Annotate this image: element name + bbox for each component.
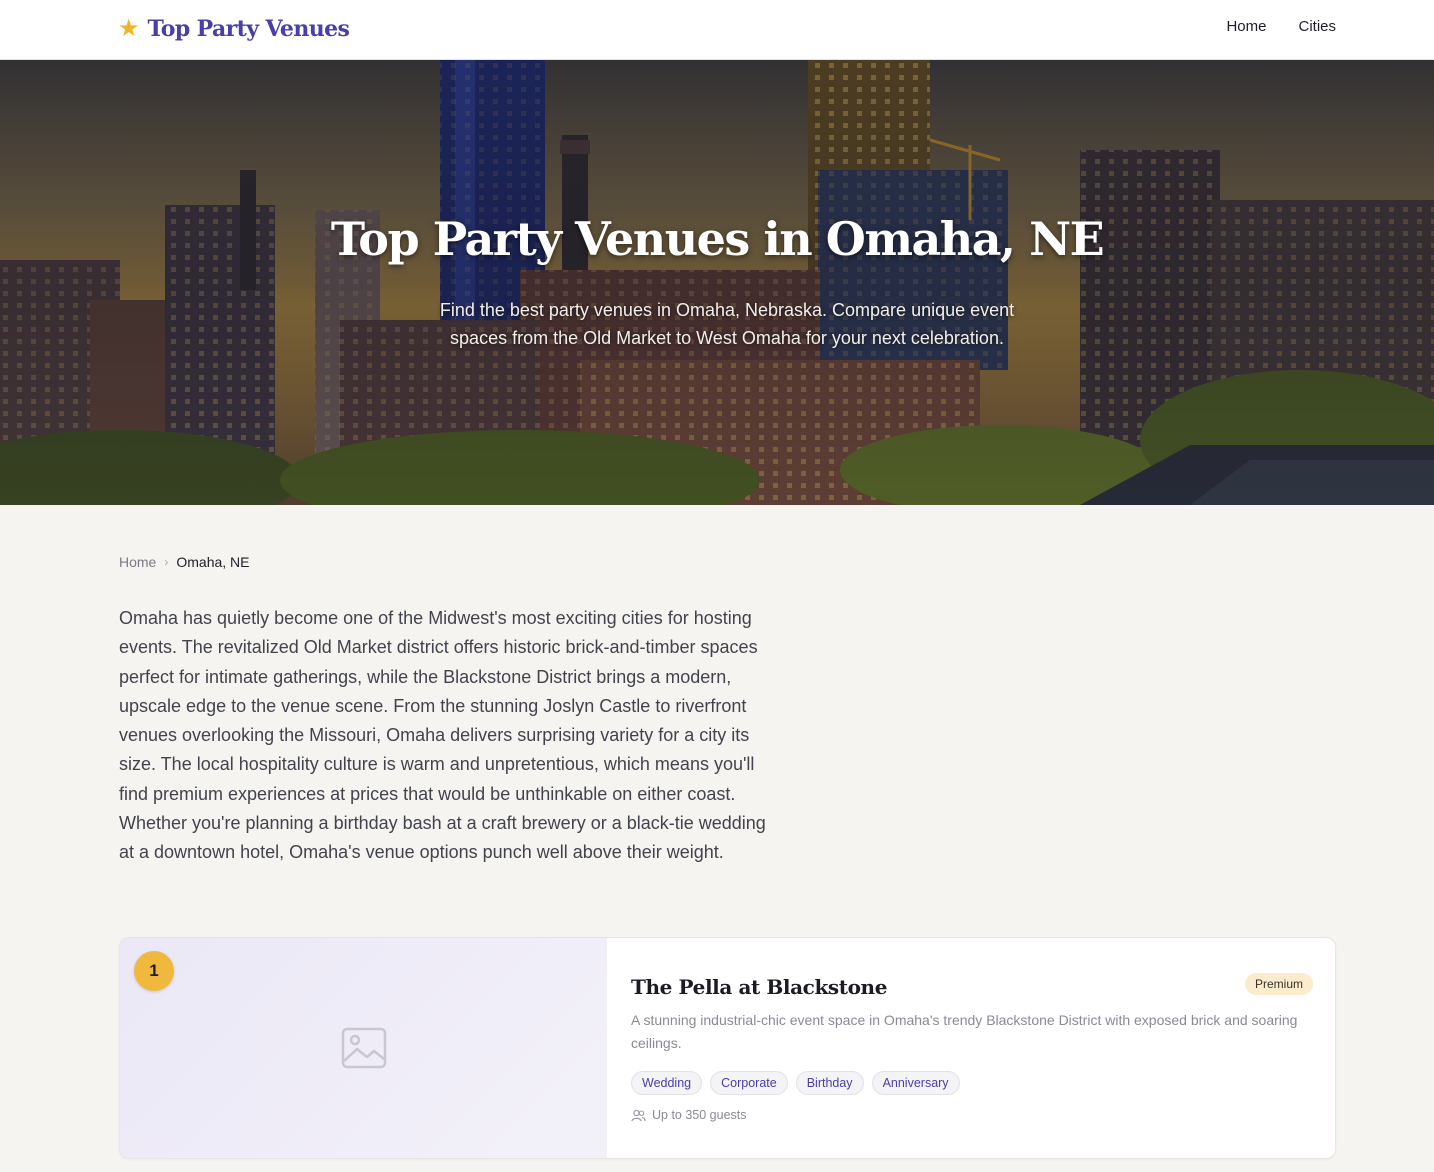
chevron-right-icon: › <box>164 555 169 569</box>
tag-wedding: Wedding <box>631 1071 703 1095</box>
main-nav: Home Cities <box>1226 18 1336 35</box>
breadcrumb-home-link[interactable]: Home <box>119 554 156 570</box>
event-type-tags: Wedding Corporate Birthday Anniversary <box>631 1071 960 1095</box>
venue-details: The Pella at Blackstone Premium A stunni… <box>607 938 1335 1158</box>
site-header: ★ Top Party Venues Home Cities <box>0 0 1434 60</box>
venue-description: A stunning industrial-chic event space i… <box>631 1012 1298 1051</box>
guest-capacity-text: Up to 350 guests <box>652 1108 747 1122</box>
hero-overlay <box>0 60 1434 505</box>
tag-birthday: Birthday <box>795 1071 864 1095</box>
tag-anniversary: Anniversary <box>871 1071 960 1095</box>
city-intro-text: Omaha has quietly become one of the Midw… <box>119 608 766 863</box>
hero-banner: Top Party Venues in Omaha, NE Find the b… <box>0 60 1434 505</box>
tag-corporate: Corporate <box>710 1071 788 1095</box>
hero-subtitle: Find the best party venues in Omaha, Neb… <box>439 300 1015 348</box>
rank-badge: 1 <box>134 951 174 991</box>
venue-card[interactable]: 1 The Pella at Blackstone Premium A stun… <box>119 937 1336 1159</box>
venue-name[interactable]: The Pella at Blackstone <box>631 975 887 999</box>
guest-capacity: Up to 350 guests <box>631 1108 747 1122</box>
breadcrumb-current: Omaha, NE <box>176 554 250 570</box>
venue-image[interactable]: 1 <box>120 938 607 1158</box>
breadcrumb: Home › Omaha, NE <box>119 554 250 570</box>
brand-name: Top Party Venues <box>147 16 350 42</box>
users-icon <box>631 1109 646 1121</box>
nav-cities-link[interactable]: Cities <box>1298 18 1336 35</box>
nav-home-link[interactable]: Home <box>1226 18 1266 35</box>
image-placeholder-icon <box>341 1027 387 1069</box>
page-title: Top Party Venues in Omaha, NE <box>330 212 1105 266</box>
premium-badge: Premium <box>1244 973 1313 995</box>
star-icon: ★ <box>118 15 140 42</box>
brand-logo-link[interactable]: ★ Top Party Venues <box>118 13 350 45</box>
